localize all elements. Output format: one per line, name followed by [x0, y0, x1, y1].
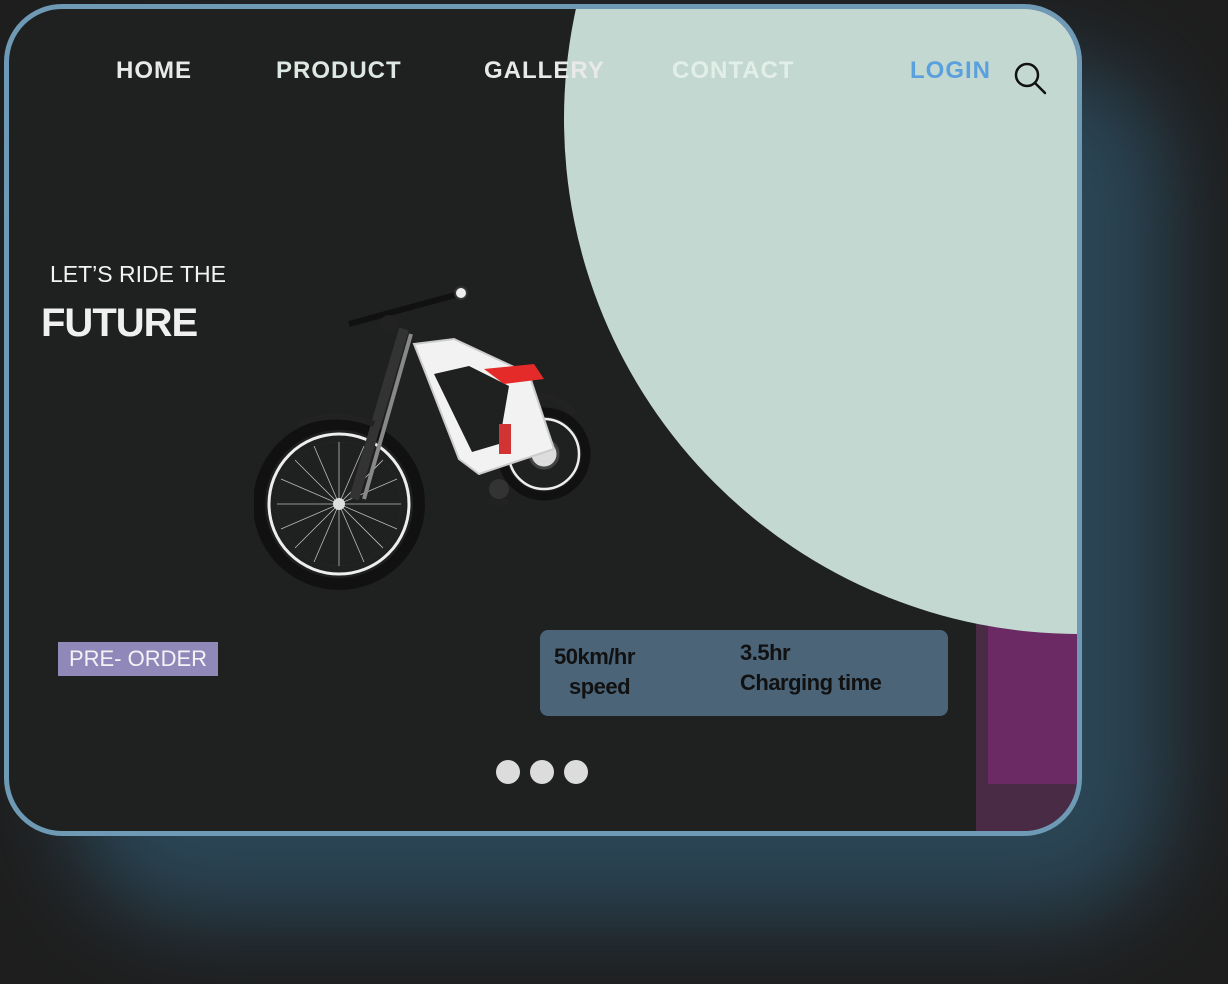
- carousel-dot[interactable]: [530, 760, 554, 784]
- specs-panel: 50km/hr speed 3.5hr Charging time: [540, 630, 948, 716]
- nav-login[interactable]: LOGIN: [910, 57, 991, 85]
- speed-label: speed: [569, 674, 631, 699]
- nav-product[interactable]: PRODUCT: [276, 57, 402, 85]
- hero-card: HOME PRODUCT GALLERY CONTACT LOGIN LET’S…: [4, 4, 1082, 836]
- decorative-circle: [564, 9, 1077, 634]
- bike-image: [254, 286, 591, 590]
- hero-tagline: LET’S RIDE THE: [50, 261, 226, 287]
- charging-time-label: Charging time: [740, 670, 882, 695]
- charging-time-value: 3.5hr: [740, 640, 791, 665]
- nav-gallery[interactable]: GALLERY: [484, 57, 605, 85]
- nav-home[interactable]: HOME: [116, 57, 192, 85]
- carousel-dot[interactable]: [564, 760, 588, 784]
- preorder-button[interactable]: PRE- ORDER: [58, 642, 218, 676]
- search-icon[interactable]: [1013, 61, 1047, 95]
- hero-headline: FUTURE: [41, 301, 198, 345]
- speed-value: 50km/hr: [554, 644, 635, 669]
- nav-contact[interactable]: CONTACT: [672, 57, 795, 85]
- carousel-dot[interactable]: [496, 760, 520, 784]
- carousel-dots: [496, 760, 588, 784]
